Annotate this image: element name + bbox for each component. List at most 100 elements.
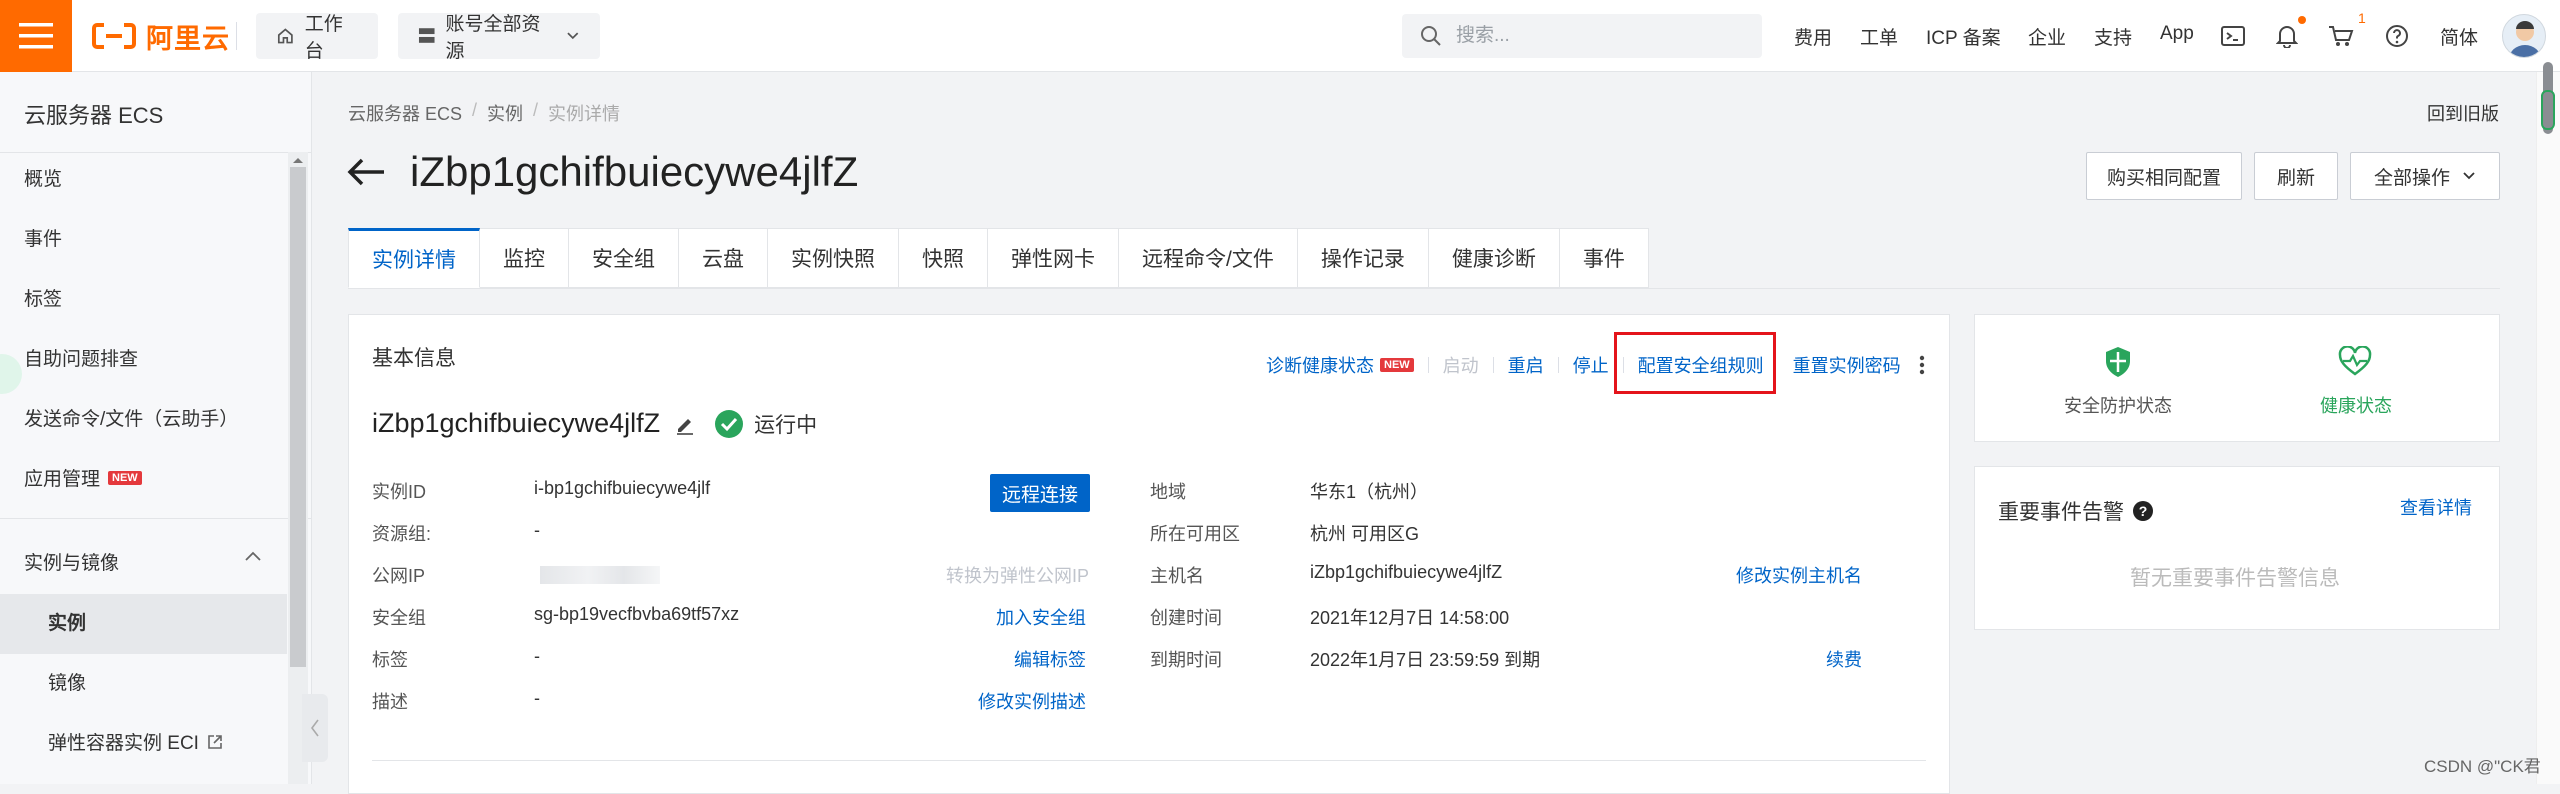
convert-eip-link: 转换为弹性公网IP [946,566,1090,586]
breadcrumb-ecs[interactable]: 云服务器 ECS [348,100,462,126]
breadcrumb-instances[interactable]: 实例 [487,100,523,126]
events-title-row: 重要事件告警 ? [1998,496,2154,526]
join-security-group-link[interactable]: 加入安全组 [996,604,1086,630]
buy-same-config-button[interactable]: 购买相同配置 [2086,152,2242,200]
account-resources-dropdown[interactable]: 账号全部资源 [398,13,600,62]
edit-pencil-icon[interactable] [674,413,696,435]
refresh-button[interactable]: 刷新 [2254,152,2338,200]
edit-description-link[interactable]: 修改实例描述 [978,688,1086,714]
nav-link-app[interactable]: App [2160,23,2194,45]
tab-remote-commands[interactable]: 远程命令/文件 [1119,228,1298,288]
reset-password-link[interactable]: 重置实例密码 [1793,352,1901,378]
sidebar-item-app-management[interactable]: 应用管理 NEW [24,464,142,491]
nav-link-tickets[interactable]: 工单 [1860,23,1898,50]
terminal-icon[interactable] [2218,21,2248,51]
nav-link-enterprise[interactable]: 企业 [2028,23,2066,50]
label-expire-time: 到期时间 [1150,650,1222,670]
user-avatar[interactable] [2502,14,2546,58]
value-region: 华东1（杭州） [1310,482,1429,502]
sidebar-item-troubleshoot[interactable]: 自助问题排查 [24,344,138,371]
workbench-button[interactable]: 工作台 [256,13,378,62]
logo-text: 阿里云 [146,23,230,54]
divider [1427,357,1429,373]
sidebar-item-tags[interactable]: 标签 [24,284,62,311]
remote-connect-button[interactable]: 远程连接 [990,474,1090,512]
tab-security-groups[interactable]: 安全组 [569,228,679,288]
renew-link[interactable]: 续费 [1826,646,1862,672]
view-details-link[interactable]: 查看详情 [2400,494,2472,520]
tab-instance-snapshots[interactable]: 实例快照 [768,228,899,288]
watermark: CSDN @"CK君 [2424,757,2541,776]
sidebar-group-instances-images[interactable]: 实例与镜像 [24,548,119,575]
sidebar-item-label: 应用管理 [24,469,101,490]
label-zone: 所在可用区 [1150,524,1240,544]
health-status-label[interactable]: 健康状态 [2320,392,2392,418]
back-arrow-icon[interactable] [346,157,386,187]
page-scrollbar[interactable] [2536,72,2560,784]
tab-health-diagnosis[interactable]: 健康诊断 [1428,228,1560,288]
breadcrumb-separator: / [472,100,478,120]
sidebar-collapse-toggle[interactable] [302,694,328,762]
help-icon[interactable] [2382,21,2412,51]
chevron-up-icon[interactable] [244,550,262,562]
security-group-link[interactable]: sg-bp19vecfbvba69tf57xz [534,604,739,625]
aliyun-logo[interactable]: 阿里云 [92,18,230,54]
tab-eni[interactable]: 弹性网卡 [988,228,1119,288]
label-description: 描述 [372,692,408,712]
value-instance-id: i-bp1gchifbuiecywe4jlf [534,478,711,498]
stop-link[interactable]: 停止 [1573,352,1609,378]
tab-monitoring[interactable]: 监控 [480,228,569,288]
restart-link[interactable]: 重启 [1508,352,1544,378]
sidebar-group-label: 实例与镜像 [24,553,120,574]
nav-link-billing[interactable]: 费用 [1794,23,1832,50]
question-circle-icon[interactable]: ? [2132,500,2154,522]
shield-icon [2106,347,2130,377]
edit-hostname-link[interactable]: 修改实例主机名 [1736,562,1862,588]
instance-status: 运行中 [714,409,817,439]
value-hostname: iZbp1gchifbuiecywe4jlfZ [1310,562,1503,582]
menu-icon[interactable] [0,0,72,72]
page-title: iZbp1gchifbuiecywe4jlfZ [410,148,859,195]
language-switch[interactable]: 简体 [2440,23,2478,50]
floating-widget-icon[interactable] [2541,90,2555,130]
old-version-link[interactable]: 回到旧版 [2427,100,2499,126]
divider [0,518,311,519]
cart-badge: 1 [2358,10,2366,26]
basic-info-title: 基本信息 [372,347,456,370]
cart-icon[interactable] [2326,21,2356,51]
label-security-group: 安全组 [372,608,426,628]
tab-snapshots[interactable]: 快照 [899,228,988,288]
sidebar-scrollbar-thumb[interactable] [290,167,306,667]
security-status-label[interactable]: 安全防护状态 [2064,392,2172,418]
tab-disks[interactable]: 云盘 [679,228,768,288]
diagnose-health-link[interactable]: 诊断健康状态 [1266,352,1374,378]
all-operations-dropdown[interactable]: 全部操作 [2350,152,2500,200]
sidebar-item-instances[interactable]: 实例 [48,608,86,635]
floating-assistant-icon[interactable] [0,354,22,394]
home-icon [277,28,293,44]
instance-operations: 诊断健康状态 NEW 启动 重启 停止 配置安全组规则 重置实例密码 [1266,350,1925,380]
search-icon [1421,26,1441,46]
sidebar-item-eci[interactable]: 弹性容器实例 ECI [48,728,223,755]
sidebar-item-events[interactable]: 事件 [24,224,62,251]
nav-link-support[interactable]: 支持 [2094,23,2132,50]
scroll-up-arrow-icon[interactable] [292,156,304,164]
nav-link-icp[interactable]: ICP 备案 [1926,23,2001,50]
sidebar-item-cloud-assistant[interactable]: 发送命令/文件（云助手） [24,404,238,431]
aliyun-logo-icon [92,23,136,49]
page-header: iZbp1gchifbuiecywe4jlfZ [346,148,858,196]
edit-tags-link[interactable]: 编辑标签 [1014,646,1086,672]
more-options-icon[interactable] [1919,354,1925,376]
global-search[interactable] [1402,14,1762,58]
highlight-annotation-box [1614,332,1776,394]
notification-dot [2298,16,2306,24]
label-hostname: 主机名 [1150,566,1204,586]
search-input[interactable] [1454,24,1738,48]
sidebar-item-overview[interactable]: 概览 [24,164,62,191]
new-badge: NEW [108,470,142,485]
notification-bell-icon[interactable] [2272,21,2302,51]
tab-instance-details[interactable]: 实例详情 [348,228,480,288]
tab-operation-logs[interactable]: 操作记录 [1297,228,1429,288]
tab-events[interactable]: 事件 [1559,228,1649,288]
sidebar-item-images[interactable]: 镜像 [48,668,86,695]
